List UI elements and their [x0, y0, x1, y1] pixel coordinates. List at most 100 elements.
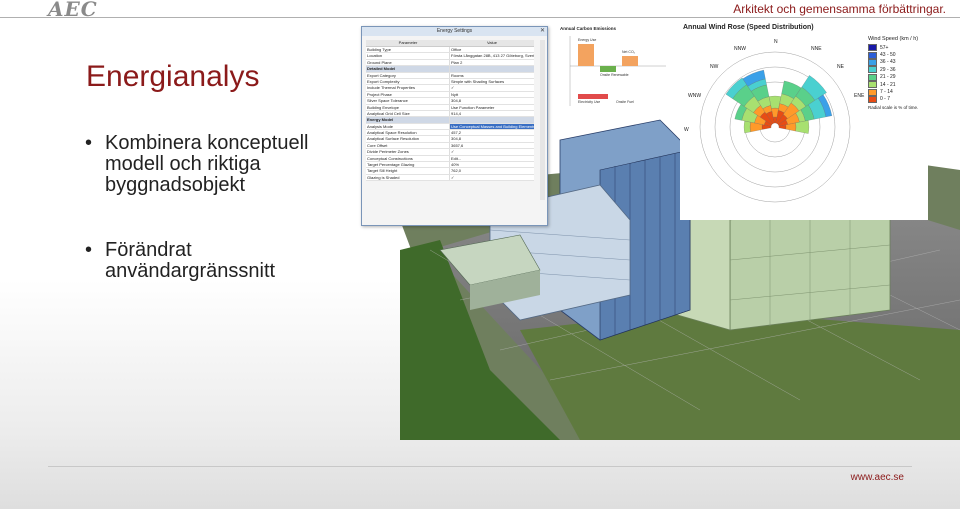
direction-label: NW: [710, 64, 719, 70]
carbon-label: Energy Use: [578, 38, 597, 42]
parameter-value[interactable]: Första Långgatan 28B, 413 27 Göteborg, S…: [450, 53, 534, 58]
legend-item: 43 - 50: [868, 51, 928, 59]
legend-swatch: [868, 51, 877, 59]
footer-divider: [48, 466, 912, 467]
parameter-value[interactable]: 3657,6: [450, 143, 534, 148]
parameter-value[interactable]: 40%: [450, 162, 534, 167]
direction-label: ENE: [854, 93, 865, 99]
settings-row[interactable]: Glazing is Shaded ✓: [366, 174, 534, 182]
wind-rose-title: Annual Wind Rose (Speed Distribution): [683, 24, 814, 31]
settings-rows: Building Type Office Location Första Långga…: [366, 47, 534, 182]
parameter-name: Conceptual Constructions: [366, 155, 450, 162]
carbon-label: Onsite Fuel: [616, 100, 634, 104]
legend-swatch: [868, 88, 877, 96]
wind-legend: Wind Speed (km / h) 57+ 43 - 50 36 - 43 29 …: [868, 36, 928, 110]
parameter-name: Target Percentage Glazing: [366, 162, 450, 168]
parameter-name: Glazing is Shaded: [366, 174, 450, 181]
legend-note: Radial scale is % of time.: [868, 105, 919, 111]
parameter-value[interactable]: 457,2: [450, 130, 534, 135]
footer-url[interactable]: www.aec.se: [851, 472, 904, 483]
parameter-name: Building Type: [366, 47, 450, 53]
parameter-name: Sliver Space Tolerance: [366, 98, 450, 104]
bar-energy-use: [578, 44, 594, 66]
parameter-name: Export Category: [366, 72, 450, 78]
legend-label: 14 - 21: [880, 81, 896, 88]
parameter-name: Energy Model: [366, 117, 450, 123]
parameter-value[interactable]: Edit...: [450, 156, 534, 161]
legend-label: 36 - 43: [880, 59, 896, 66]
legend-swatch: [868, 44, 877, 52]
parameter-name: Analytical Surface Resolution: [366, 136, 450, 142]
parameter-value[interactable]: 762,0: [450, 168, 534, 173]
legend-item: 36 - 43: [868, 58, 928, 66]
parameter-value[interactable]: Use Conceptual Masses and Building Eleme…: [450, 123, 534, 130]
legend-item: 14 - 21: [868, 81, 928, 89]
parameter-name: Detailed Model: [366, 66, 450, 72]
carbon-label: Electricity Use: [578, 100, 601, 104]
parameter-name: Export Complexity: [366, 78, 450, 85]
bar-net-co2: [622, 56, 638, 66]
parameter-value[interactable]: ✓: [450, 175, 534, 180]
column-header-parameter: Parameter: [398, 40, 418, 45]
slide-title: Energianalys: [86, 60, 260, 93]
parameter-name: Divide Perimeter Zones: [366, 149, 450, 155]
parameter-value[interactable]: Plan 2: [450, 60, 534, 65]
direction-label: NE: [837, 64, 844, 70]
legend-swatch: [868, 73, 877, 81]
parameter-value[interactable]: Office: [450, 47, 534, 52]
wind-rose-segment: [743, 120, 751, 134]
parameter-value[interactable]: Use Function Parameter: [450, 105, 534, 110]
settings-grid: Parameter Value Building Type Office Locat…: [366, 40, 534, 182]
direction-label: NNW: [734, 46, 746, 52]
legend-swatch: [868, 81, 877, 89]
dialog-title: Energy Settings: [362, 27, 547, 36]
parameter-value[interactable]: Rooms: [450, 73, 534, 78]
parameter-name: Include Thermal Properties: [366, 85, 450, 91]
parameter-value[interactable]: Nytt: [450, 92, 534, 97]
legend-label: 29 - 36: [880, 66, 896, 73]
bar-electricity: [578, 94, 608, 99]
direction-label: N: [774, 39, 778, 45]
direction-label: W: [684, 127, 689, 133]
carbon-label: Onsite Renewable: [600, 73, 629, 77]
bullet-item: Kombinera konceptuell modell och riktiga…: [85, 133, 345, 196]
close-icon[interactable]: ✕: [540, 27, 545, 36]
dialog-scrollbar[interactable]: [540, 40, 545, 200]
parameter-value[interactable]: 304,8: [450, 136, 534, 141]
legend-title: Wind Speed (km / h): [868, 36, 919, 42]
legend-swatch: [868, 66, 877, 74]
parameter-value[interactable]: 914,4: [450, 111, 534, 116]
legend-item: 21 - 29: [868, 73, 928, 81]
legend-swatch: [868, 95, 877, 103]
direction-label: NNE: [811, 46, 822, 52]
legend-item: 0 - 7: [868, 95, 928, 103]
parameter-name: Building Envelope: [366, 104, 450, 110]
parameter-value[interactable]: [450, 117, 534, 122]
carbon-emissions-chart: Annual Carbon Emissions Energy Use Onsit…: [556, 26, 674, 110]
parameter-value[interactable]: ✓: [450, 85, 534, 90]
carbon-label: Net CO₂: [622, 50, 636, 54]
legend-label: 21 - 29: [880, 74, 896, 81]
parameter-value[interactable]: 304,8: [450, 98, 534, 103]
legend-label: 7 - 14: [880, 89, 893, 96]
wind-rose-chart: Annual Wind Rose (Speed Distribution) N …: [680, 22, 928, 220]
direction-label: WNW: [688, 93, 702, 99]
energy-settings-dialog: Energy Settings ✕ Parameter Value Buildi…: [361, 26, 548, 226]
parameter-value[interactable]: ✓: [450, 149, 534, 154]
carbon-chart-svg: [569, 36, 666, 106]
parameter-name: Target Sill Height: [366, 168, 450, 174]
bullet-item: Förändrat användargränssnitt: [85, 240, 345, 282]
parameter-name: Project Phase: [366, 91, 450, 98]
legend-label: 43 - 50: [880, 52, 896, 59]
parameter-value[interactable]: [450, 66, 534, 71]
parameter-value[interactable]: Simple with Shading Surfaces: [450, 79, 534, 84]
header-tagline: Arkitekt och gemensamma förbättringar.: [733, 2, 946, 16]
legend-item: 7 - 14: [868, 88, 928, 96]
bullet-list: Kombinera konceptuell modell och riktiga…: [85, 133, 345, 326]
legend-item: 57+: [868, 44, 928, 52]
legend-item: 29 - 36: [868, 66, 928, 74]
parameter-name: Location: [366, 53, 450, 59]
grid-header: Parameter Value: [366, 40, 534, 47]
wind-rose-svg: [699, 51, 851, 203]
parameter-name: Analytical Grid Cell Size: [366, 110, 450, 117]
